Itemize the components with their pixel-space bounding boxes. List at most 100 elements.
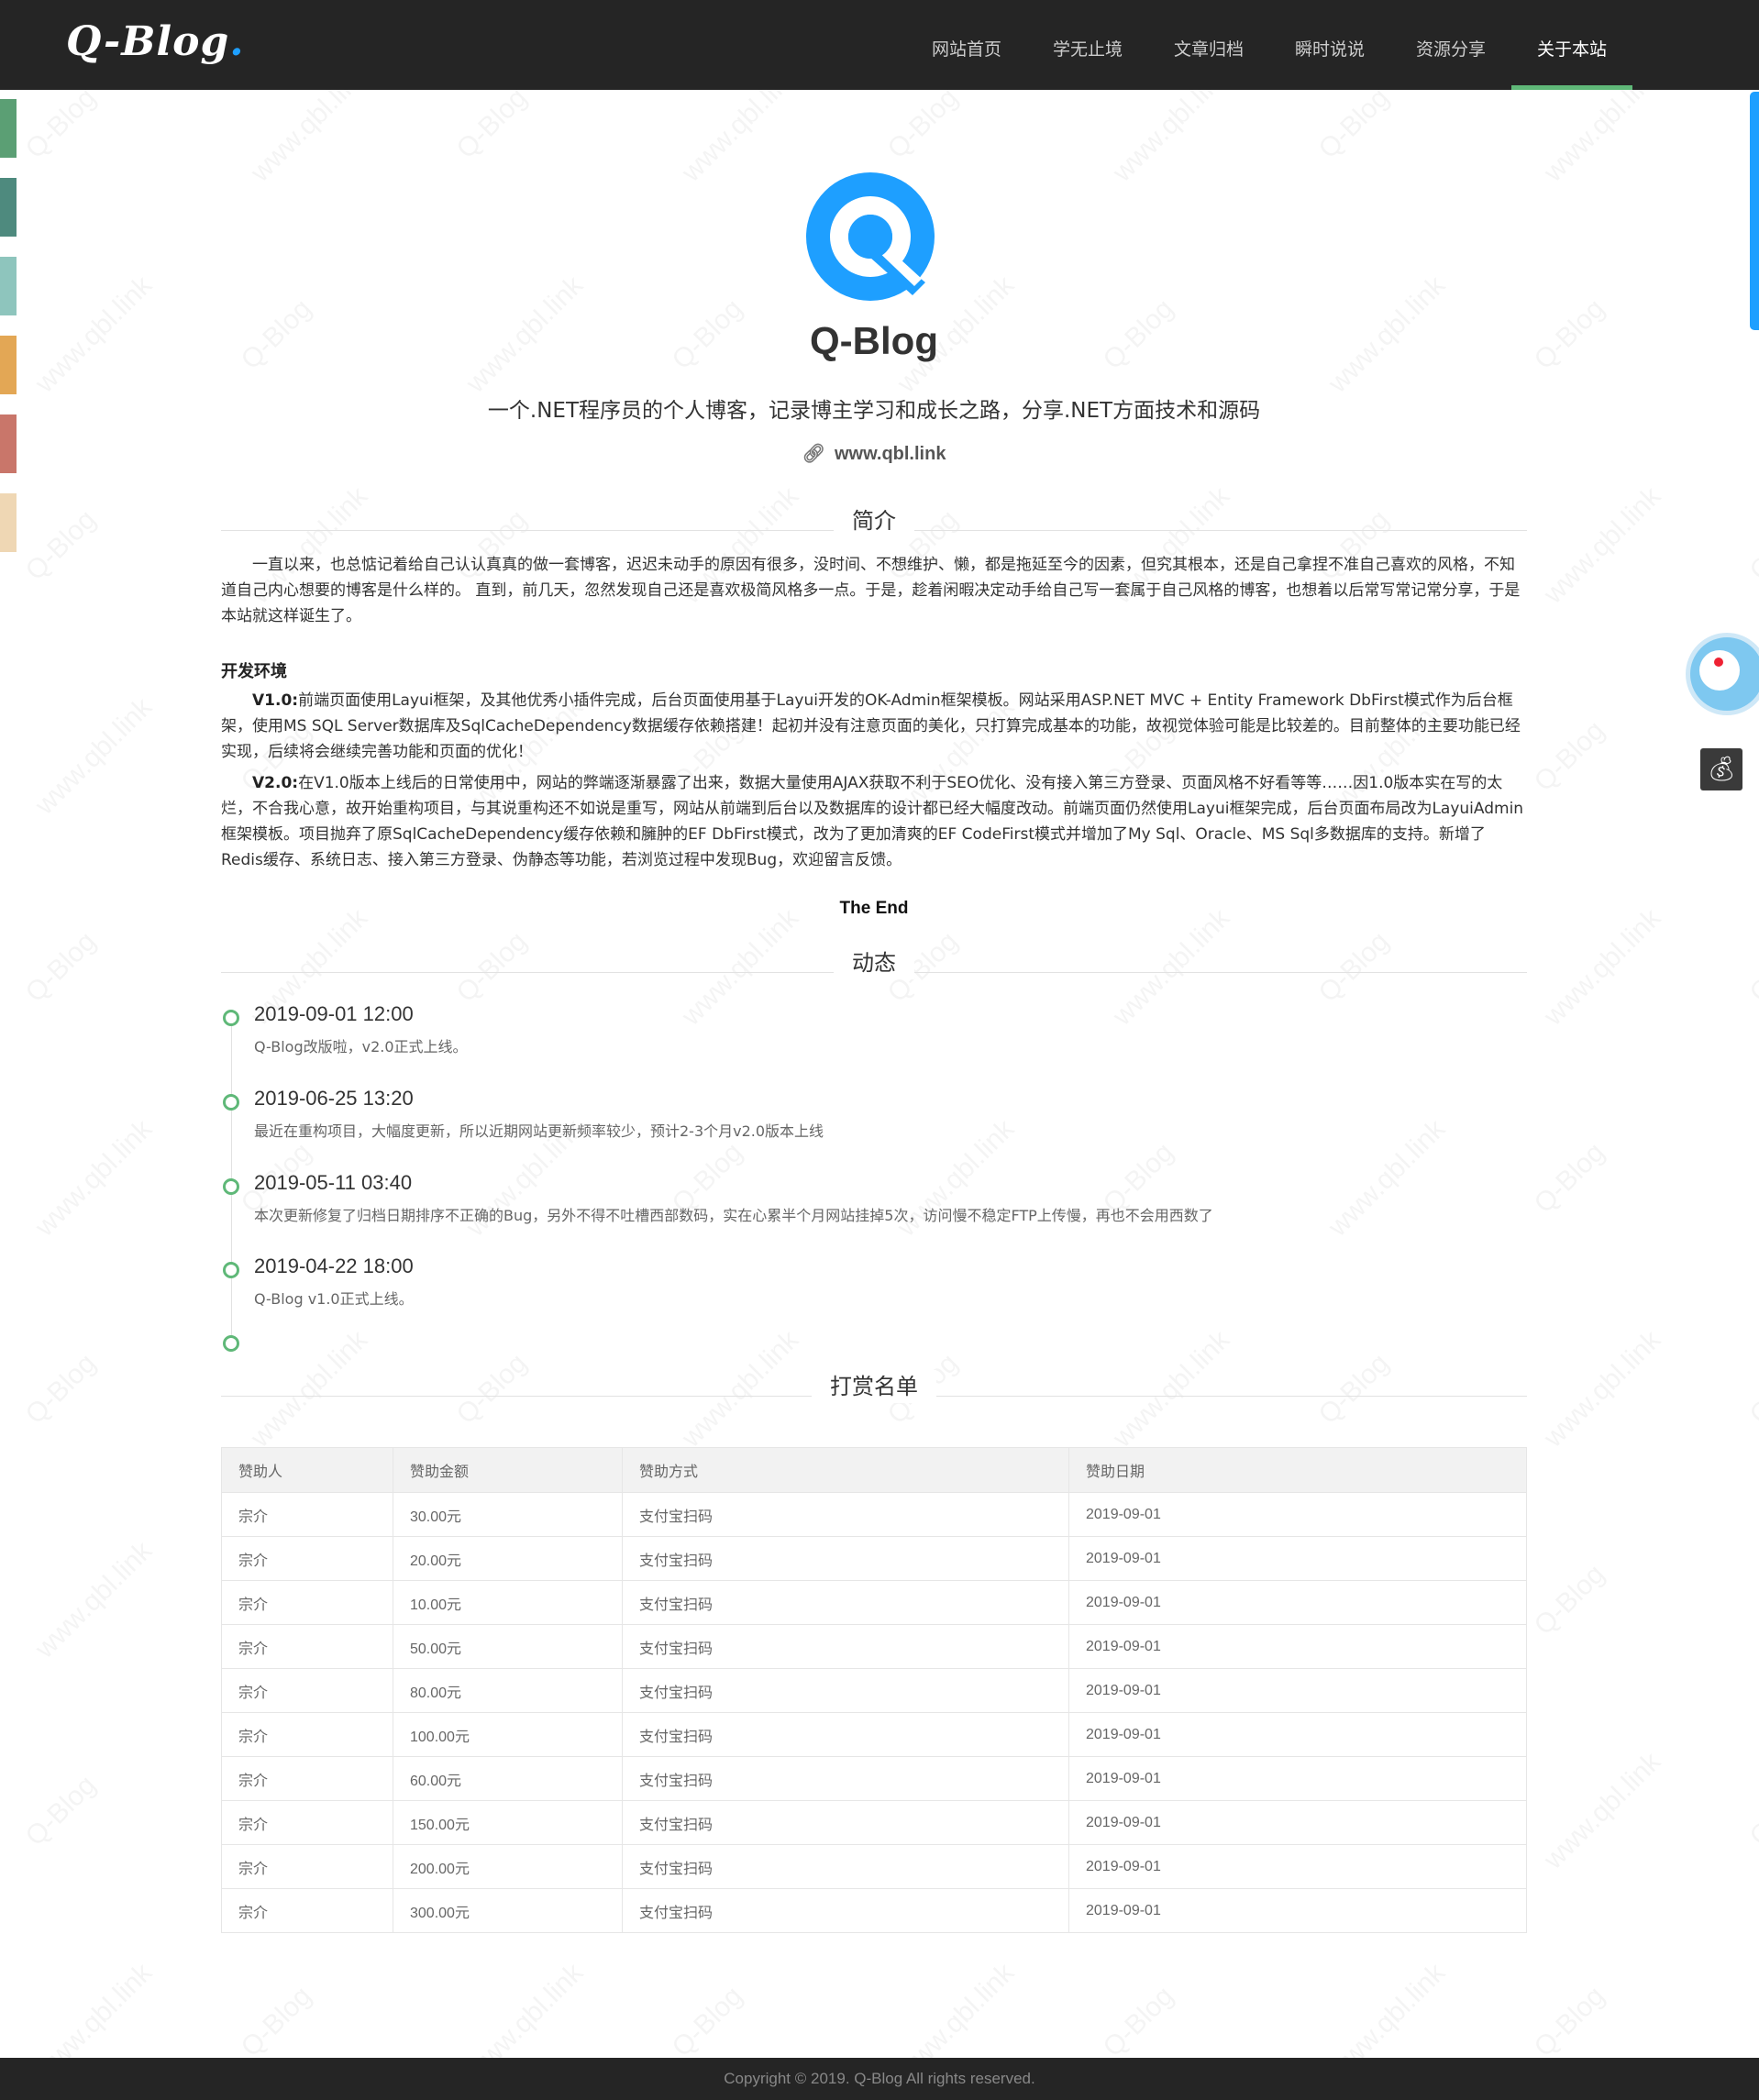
table-cell: 宗介 — [221, 1800, 393, 1845]
watermark-text: www.qbl.link — [1107, 90, 1236, 188]
table-cell: 支付宝扫码 — [622, 1624, 1069, 1669]
table-cell: 宗介 — [221, 1492, 393, 1537]
table-row: 宗介 60.00元 支付宝扫码 2019-09-01 — [221, 1756, 1527, 1801]
doraemon-avatar-icon[interactable] — [1686, 633, 1759, 715]
v2-paragraph: V2.0:在V1.0版本上线后的日常使用中，网站的弊端逐渐暴露了出来，数据大量使… — [221, 774, 1524, 869]
table-cell: 2019-09-01 — [1068, 1800, 1527, 1845]
watermark-text: Q-Blog — [20, 90, 103, 165]
main-nav: 网站首页 学无止境 文章归档 瞬时说说 资源分享 关于本站 — [906, 0, 1632, 90]
nav-item-study[interactable]: 学无止境 — [1027, 0, 1148, 90]
table-cell: 30.00元 — [393, 1492, 623, 1537]
timeline-text: 最近在重构项目，大幅度更新，所以近期网站更新频率较少，预计2-3个月v2.0版本… — [254, 1122, 824, 1140]
site-link[interactable]: 🔗︎ www.qbl.link — [221, 442, 1527, 465]
table-cell: 2019-09-01 — [1068, 1668, 1527, 1713]
side-color-tab-5[interactable] — [0, 414, 17, 473]
watermark-text: www.qbl.link — [245, 90, 374, 188]
table-row: 宗介 150.00元 支付宝扫码 2019-09-01 — [221, 1800, 1527, 1845]
nav-item-home[interactable]: 网站首页 — [906, 0, 1027, 90]
timeline-dot — [223, 1094, 239, 1111]
table-cell: 支付宝扫码 — [622, 1888, 1069, 1933]
top-navbar: Q-Blog. 网站首页 学无止境 文章归档 瞬时说说 资源分享 关于本站 — [0, 0, 1759, 90]
nav-item-moments[interactable]: 瞬时说说 — [1269, 0, 1390, 90]
column-header: 赞助金额 — [393, 1447, 623, 1493]
watermark-text: www.qbl.link — [1538, 1325, 1667, 1454]
watermark-text: www.qbl.link — [29, 1536, 159, 1665]
watermark-text: www.qbl.link — [29, 1958, 159, 2058]
table-row: 宗介 300.00元 支付宝扫码 2019-09-01 — [221, 1888, 1527, 1933]
table-cell: 宗介 — [221, 1580, 393, 1625]
watermark-text: Q-Blog — [1744, 1348, 1759, 1431]
table-cell: 2019-09-01 — [1068, 1756, 1527, 1801]
side-color-tab-1[interactable] — [0, 99, 17, 158]
side-color-tab-2[interactable] — [0, 178, 17, 237]
timeline-text: Q-Blog改版啦，v2.0正式上线。 — [254, 1038, 468, 1056]
nav-item-resources[interactable]: 资源分享 — [1390, 0, 1511, 90]
table-cell: 80.00元 — [393, 1668, 623, 1713]
side-color-tab-4[interactable] — [0, 336, 17, 394]
watermark-text: Q-Blog — [20, 1770, 103, 1852]
v1-paragraph: V1.0:前端页面使用Layui框架，及其他优秀小插件完成，后台页面使用基于La… — [221, 691, 1521, 761]
timeline-date: 2019-06-25 13:20 — [254, 1087, 414, 1110]
watermark-text: Q-Blog — [1744, 504, 1759, 587]
intro-section-title: 简介 — [221, 504, 1527, 537]
watermark-text: www.qbl.link — [1538, 903, 1667, 1033]
watermark-text: Q-Blog — [882, 90, 965, 165]
watermark-text: Q-Blog — [20, 1348, 103, 1431]
timeline-dot — [223, 1262, 239, 1278]
table-cell: 300.00元 — [393, 1888, 623, 1933]
timeline-section-title: 动态 — [221, 946, 1527, 979]
watermark-text: Q-Blog — [1098, 1981, 1180, 2058]
watermark-text: Q-Blog — [1529, 715, 1611, 798]
table-cell: 宗介 — [221, 1536, 393, 1581]
watermark-text: www.qbl.link — [676, 90, 805, 188]
timeline-date: 2019-09-01 12:00 — [254, 1002, 414, 1025]
nav-item-archive[interactable]: 文章归档 — [1148, 0, 1269, 90]
watermark-text: www.qbl.link — [1753, 1114, 1759, 1243]
money-bag-icon[interactable]: 💰︎ — [1700, 748, 1742, 790]
table-cell: 2019-09-01 — [1068, 1536, 1527, 1581]
scrollbar-thumb[interactable] — [1750, 92, 1759, 330]
table-row: 宗介 80.00元 支付宝扫码 2019-09-01 — [221, 1668, 1527, 1713]
watermark-text: www.qbl.link — [29, 692, 159, 822]
table-cell: 支付宝扫码 — [622, 1712, 1069, 1757]
table-cell: 宗介 — [221, 1888, 393, 1933]
side-color-tab-6[interactable] — [0, 493, 17, 552]
table-cell: 支付宝扫码 — [622, 1536, 1069, 1581]
table-cell: 2019-09-01 — [1068, 1580, 1527, 1625]
table-cell: 60.00元 — [393, 1756, 623, 1801]
rewards-section-title: 打赏名单 — [221, 1370, 1527, 1403]
table-cell: 2019-09-01 — [1068, 1888, 1527, 1933]
table-cell: 10.00元 — [393, 1580, 623, 1625]
watermark-text: www.qbl.link — [29, 271, 159, 400]
side-color-tab-3[interactable] — [0, 257, 17, 315]
watermark-text: Q-Blog — [1529, 1559, 1611, 1641]
table-cell: 2019-09-01 — [1068, 1624, 1527, 1669]
table-row: 宗介 10.00元 支付宝扫码 2019-09-01 — [221, 1580, 1527, 1625]
timeline-dot — [223, 1010, 239, 1026]
table-cell: 支付宝扫码 — [622, 1668, 1069, 1713]
column-header: 赞助人 — [221, 1447, 393, 1493]
watermark-text: Q-Blog — [1313, 90, 1396, 165]
watermark-text: Q-Blog — [20, 504, 103, 587]
link-icon: 🔗︎ — [802, 444, 825, 464]
watermark-text: www.qbl.link — [1753, 1536, 1759, 1665]
site-name: Q-Blog — [810, 319, 938, 362]
site-description: 一个.NET程序员的个人博客，记录博主学习和成长之路，分享.NET方面技术和源码 — [487, 399, 1261, 423]
timeline: 2019-09-01 12:00 Q-Blog改版啦，v2.0正式上线。 201… — [221, 1000, 1527, 1357]
watermark-text: Q-Blog — [1744, 1770, 1759, 1852]
rewards-table: 赞助人 赞助金额 赞助方式 赞助日期 宗介 30.00元 支付宝扫码 2019-09-… — [221, 1447, 1527, 1933]
table-row: 宗介 20.00元 支付宝扫码 2019-09-01 — [221, 1536, 1527, 1581]
table-header-row: 赞助人 赞助金额 赞助方式 赞助日期 — [221, 1447, 1527, 1493]
intro-paragraph: 一直以来，也总惦记着给自己认认真真的做一套博客，迟迟未动手的原因有很多，没时间、… — [221, 556, 1521, 625]
timeline-text: 本次更新修复了归档日期排序不正确的Bug，另外不得不吐槽西部数码，实在心累半个月… — [254, 1207, 1213, 1224]
watermark-text: www.qbl.link — [1322, 1958, 1452, 2058]
watermark-text: www.qbl.link — [29, 1114, 159, 1243]
site-logo[interactable]: Q-Blog. — [66, 18, 245, 65]
table-cell: 宗介 — [221, 1756, 393, 1801]
copyright-text: Copyright © 2019. Q-Blog All rights rese… — [724, 2070, 1035, 2087]
table-cell: 支付宝扫码 — [622, 1756, 1069, 1801]
the-end-text: The End — [839, 899, 909, 918]
nav-item-about[interactable]: 关于本站 — [1511, 0, 1632, 90]
footer: Copyright © 2019. Q-Blog All rights rese… — [0, 2058, 1759, 2100]
table-cell: 宗介 — [221, 1624, 393, 1669]
